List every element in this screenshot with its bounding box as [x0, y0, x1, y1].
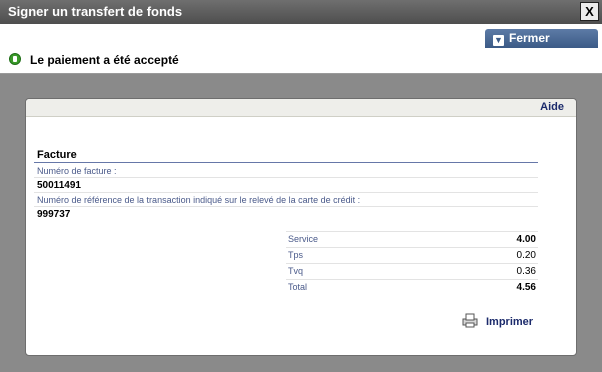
fermer-label: Fermer	[509, 31, 550, 45]
field-divider	[34, 192, 538, 193]
close-button[interactable]: X	[580, 2, 599, 21]
field-divider	[34, 206, 538, 207]
divider-strip	[0, 74, 602, 88]
help-link[interactable]: Aide	[540, 101, 564, 113]
field-divider	[34, 177, 538, 178]
summary-row-tvq: Tvq 0.36	[286, 263, 538, 279]
summary-label: Tvq	[288, 266, 304, 276]
summary-value: 0.20	[516, 250, 536, 261]
summary-value: 0.36	[516, 266, 536, 277]
section-divider	[34, 162, 538, 163]
bottom-strip	[0, 362, 602, 372]
summary-value: 4.56	[516, 282, 536, 293]
reference-number-value: 999737	[37, 209, 71, 220]
invoice-number-value: 50011491	[37, 180, 81, 191]
section-title: Facture	[37, 149, 77, 161]
window-title: Signer un transfert de fonds	[8, 4, 183, 19]
arrow-down-icon: ▼	[493, 35, 504, 46]
panel-header: Aide	[26, 99, 576, 117]
invoice-panel: Aide Facture Numéro de facture : 5001149…	[25, 98, 577, 356]
print-label: Imprimer	[486, 316, 534, 328]
summary-value: 4.00	[516, 234, 536, 245]
invoice-number-label: Numéro de facture :	[37, 166, 117, 176]
summary-label: Total	[288, 282, 308, 292]
status-message: Le paiement a été accepté	[30, 53, 179, 67]
title-bar: Signer un transfert de fonds X	[0, 0, 602, 24]
summary-label: Tps	[288, 250, 304, 260]
status-bar: Le paiement a été accepté	[0, 48, 602, 74]
summary-row-total: Total 4.56	[286, 279, 538, 295]
success-icon	[9, 53, 21, 65]
summary-table: Service 4.00 Tps 0.20 Tvq 0.36 Total 4.5…	[286, 231, 538, 295]
toolbar: ▼ Fermer	[0, 24, 602, 48]
summary-row-tps: Tps 0.20	[286, 247, 538, 263]
printer-icon	[462, 313, 478, 328]
transfer-window: Signer un transfert de fonds X ▼ Fermer L…	[0, 0, 602, 372]
fermer-button[interactable]: ▼ Fermer	[485, 29, 598, 48]
reference-number-label: Numéro de référence de la transaction in…	[37, 195, 361, 205]
summary-label: Service	[288, 234, 319, 244]
summary-row-service: Service 4.00	[286, 231, 538, 247]
